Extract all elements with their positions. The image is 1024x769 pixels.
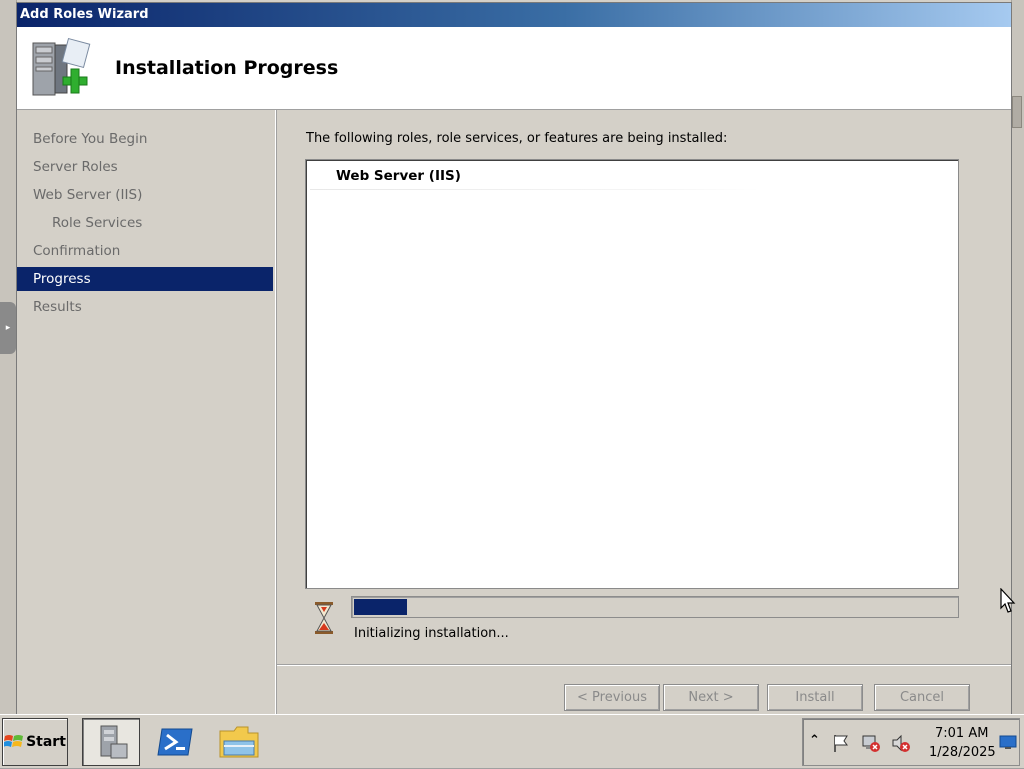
role-item-web-server: Web Server (IIS) (336, 168, 461, 184)
wizard-steps-sidebar: Before You Begin Server Roles Web Server… (17, 110, 276, 715)
start-button[interactable]: Start (2, 718, 68, 766)
step-results[interactable]: Results (17, 295, 273, 319)
side-panel-handle[interactable]: ▸ (0, 302, 16, 354)
step-web-server-iis[interactable]: Web Server (IIS) (17, 183, 273, 207)
install-progress-bar (351, 596, 959, 618)
roles-being-installed-list[interactable]: Web Server (IIS) (305, 159, 959, 589)
windows-logo-icon (4, 735, 24, 747)
mouse-cursor-icon (1000, 588, 1016, 613)
window-title[interactable]: Add Roles Wizard (17, 3, 1011, 27)
install-progress-fill (354, 599, 407, 615)
show-hidden-icons-chevron[interactable]: ⌃ (809, 733, 829, 753)
powershell-icon (157, 728, 193, 756)
action-center-flag-icon[interactable] (831, 733, 851, 753)
clock-date[interactable]: 1/28/2025 (929, 745, 996, 760)
cancel-button[interactable]: Cancel (874, 684, 970, 711)
start-label: Start (26, 734, 66, 750)
server-manager-icon (100, 725, 128, 759)
wizard-header: Installation Progress (17, 27, 1011, 110)
system-tray: ⌃ 7:01 AM 1/28/2025 (802, 718, 1020, 766)
right-scroll-thumb[interactable] (1012, 96, 1022, 128)
hourglass-icon (315, 602, 333, 634)
role-divider (310, 189, 760, 190)
step-before-you-begin[interactable]: Before You Begin (17, 127, 273, 151)
wizard-content: The following roles, role services, or f… (277, 110, 1011, 715)
step-role-services[interactable]: Role Services (17, 211, 273, 235)
show-desktop-icon[interactable] (999, 733, 1017, 751)
clock-time[interactable]: 7:01 AM (935, 726, 988, 741)
page-title: Installation Progress (115, 57, 339, 79)
previous-button[interactable]: < Previous (564, 684, 660, 711)
taskbar-explorer[interactable] (210, 718, 268, 766)
step-confirmation[interactable]: Confirmation (17, 239, 273, 263)
server-add-role-icon (32, 37, 91, 96)
taskbar-powershell[interactable] (146, 718, 204, 766)
intro-text: The following roles, role services, or f… (306, 131, 728, 146)
next-button[interactable]: Next > (663, 684, 759, 711)
step-server-roles[interactable]: Server Roles (17, 155, 273, 179)
progress-status-text: Initializing installation... (354, 626, 509, 641)
speaker-muted-icon[interactable] (891, 733, 911, 753)
button-separator (277, 664, 1011, 666)
step-progress[interactable]: Progress (17, 267, 273, 291)
wizard-window: Add Roles Wizard Installation Progress B… (16, 2, 1012, 716)
install-button[interactable]: Install (767, 684, 863, 711)
explorer-folder-icon (219, 726, 259, 758)
taskbar: Start ⌃ 7:01 AM 1/28/2025 (0, 714, 1024, 769)
desktop-left-edge (0, 0, 17, 714)
network-disconnected-icon[interactable] (861, 733, 881, 753)
taskbar-server-manager[interactable] (82, 718, 140, 766)
